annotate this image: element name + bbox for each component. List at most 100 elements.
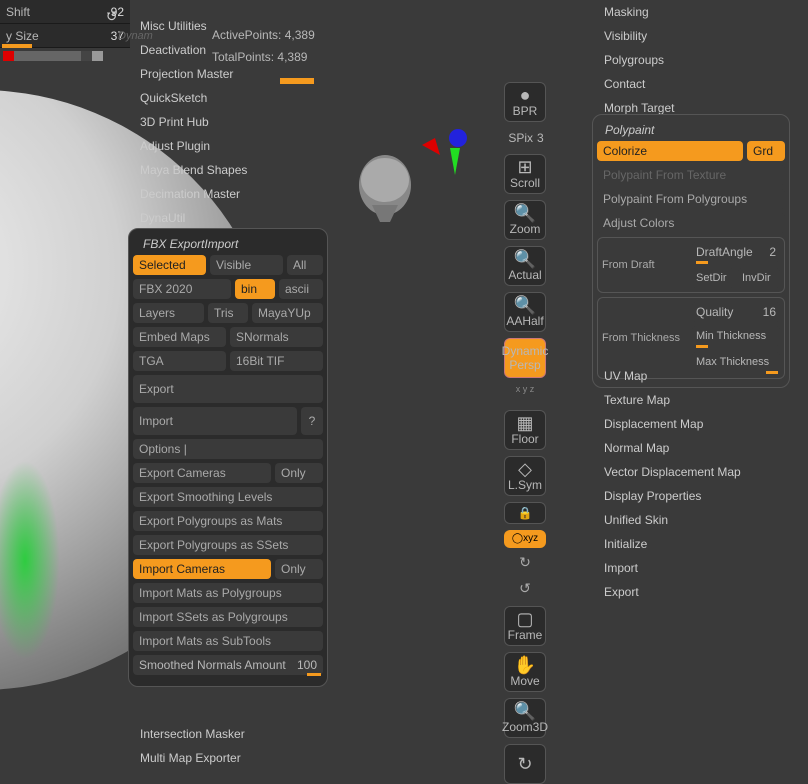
size-slider[interactable]: y Size 37 <box>0 24 130 48</box>
draft-angle-slider[interactable]: DraftAngle 2 <box>692 242 780 262</box>
menu-display-properties[interactable]: Display Properties <box>600 484 800 508</box>
quality-label: Quality <box>696 302 733 322</box>
zoom3d-button[interactable]: 🔍Zoom3D <box>504 698 546 738</box>
floor-button[interactable]: ▦Floor <box>504 410 546 450</box>
zoom3d-icon: 🔍 <box>514 702 536 720</box>
colorize-button[interactable]: Colorize <box>597 141 743 161</box>
aahalf-button[interactable]: 🔍AAHalf <box>504 292 546 332</box>
size-label: y Size <box>6 24 39 47</box>
fbx-ascii-button[interactable]: ascii <box>279 279 323 299</box>
fbx-all-button[interactable]: All <box>287 255 323 275</box>
slider-tip <box>307 673 321 676</box>
lsym-button[interactable]: ◇L.Sym <box>504 456 546 496</box>
fbx-16bit-tif-button[interactable]: 16Bit TIF <box>230 351 323 371</box>
fbx-export-cameras-only-button[interactable]: Only <box>275 463 323 483</box>
menu-vector-displacement-map[interactable]: Vector Displacement Map <box>600 460 800 484</box>
fbx-snormals-button[interactable]: SNormals <box>230 327 323 347</box>
fbx-import-mats-pg-button[interactable]: Import Mats as Polygroups <box>133 583 323 603</box>
menu-displacement-map[interactable]: Displacement Map <box>600 412 800 436</box>
fbx-tga-button[interactable]: TGA <box>133 351 226 371</box>
fbx-export-cameras-button[interactable]: Export Cameras <box>133 463 271 483</box>
fbx-options-button[interactable]: Options | <box>133 439 323 459</box>
fbx-version-button[interactable]: FBX 2020 <box>133 279 231 299</box>
fbx-export-smoothing-button[interactable]: Export Smoothing Levels <box>133 487 323 507</box>
menu-unified-skin[interactable]: Unified Skin <box>600 508 800 532</box>
xyz-toggle-button[interactable]: ◯xyz <box>504 530 546 548</box>
lock-icon: 🔒 <box>518 506 533 520</box>
actual-button[interactable]: 🔍Actual <box>504 246 546 286</box>
menu-polygroups[interactable]: Polygroups <box>600 48 800 72</box>
menu-normal-map[interactable]: Normal Map <box>600 436 800 460</box>
menu-texture-map[interactable]: Texture Map <box>600 388 800 412</box>
fbx-export-pg-ssets-button[interactable]: Export Polygroups as SSets <box>133 535 323 555</box>
rotate-ccw-button[interactable]: ↺ <box>504 580 546 600</box>
draft-angle-label: DraftAngle <box>696 242 753 262</box>
fbx-import-cameras-button[interactable]: Import Cameras <box>133 559 271 579</box>
fbx-smoothed-normals-slider[interactable]: Smoothed Normals Amount 100 <box>133 655 323 675</box>
fbx-embed-maps-button[interactable]: Embed Maps <box>133 327 226 347</box>
fbx-import-mats-subtools-button[interactable]: Import Mats as SubTools <box>133 631 323 651</box>
plugin-misc-utilities[interactable]: Misc Utilities <box>140 14 247 38</box>
zoom-button[interactable]: 🔍Zoom <box>504 200 546 240</box>
plugin-3d-print-hub[interactable]: 3D Print Hub <box>140 110 247 134</box>
actual-icon: 🔍 <box>514 250 536 268</box>
lock-button[interactable]: 🔒 <box>504 502 546 524</box>
memory-bar <box>280 78 314 84</box>
menu-visibility[interactable]: Visibility <box>600 24 800 48</box>
color-swatches[interactable] <box>3 51 103 61</box>
mesh-preview-icon[interactable] <box>350 150 420 230</box>
polypaint-from-texture-button[interactable]: Polypaint From Texture <box>597 165 785 185</box>
menu-import[interactable]: Import <box>600 556 800 580</box>
fbx-tris-button[interactable]: Tris <box>208 303 248 323</box>
xyz-axis-icon[interactable]: x y z <box>504 384 546 404</box>
extra-button[interactable]: ↻ <box>504 744 546 784</box>
move-button[interactable]: ✋Move <box>504 652 546 692</box>
adjust-colors-button[interactable]: Adjust Colors <box>597 213 785 233</box>
frame-button[interactable]: ▢Frame <box>504 606 546 646</box>
undo-icon[interactable]: ↺ <box>106 8 118 25</box>
fbx-mayayup-button[interactable]: MayaYUp <box>252 303 323 323</box>
fbx-import-ssets-pg-button[interactable]: Import SSets as Polygroups <box>133 607 323 627</box>
plugin-maya-blend-shapes[interactable]: Maya Blend Shapes <box>140 158 247 182</box>
bpr-button[interactable]: ●BPR <box>504 82 546 122</box>
fbx-export-button[interactable]: Export <box>133 375 323 403</box>
smoothed-normals-value: 100 <box>297 655 317 675</box>
dynamic-persp-button[interactable]: DynamicPersp <box>504 338 546 378</box>
fbx-visible-button[interactable]: Visible <box>210 255 283 275</box>
plugin-decimation-master[interactable]: Decimation Master <box>140 182 247 206</box>
plugin-intersection-masker[interactable]: Intersection Masker <box>140 722 245 746</box>
fbx-import-button[interactable]: Import <box>133 407 297 435</box>
fbx-bin-button[interactable]: bin <box>235 279 275 299</box>
plugin-deactivation[interactable]: Deactivation <box>140 38 247 62</box>
plugin-dynautil[interactable]: DynaUtil <box>140 206 247 230</box>
plugin-projection-master[interactable]: Projection Master <box>140 62 247 86</box>
menu-masking[interactable]: Masking <box>600 0 800 24</box>
setdir-button[interactable]: SetDir <box>692 268 734 288</box>
fbx-import-cameras-only-button[interactable]: Only <box>275 559 323 579</box>
smoothed-normals-label: Smoothed Normals Amount <box>139 655 286 675</box>
menu-export[interactable]: Export <box>600 580 800 604</box>
menu-uv-map[interactable]: UV Map <box>600 364 800 388</box>
fbx-export-pg-mats-button[interactable]: Export Polygroups as Mats <box>133 511 323 531</box>
fbx-layers-button[interactable]: Layers <box>133 303 204 323</box>
polypaint-from-polygroups-button[interactable]: Polypaint From Polygroups <box>597 189 785 209</box>
fbx-panel-title[interactable]: FBX ExportImport <box>133 233 323 255</box>
grd-button[interactable]: Grd <box>747 141 785 161</box>
plugin-multi-map-exporter[interactable]: Multi Map Exporter <box>140 746 245 770</box>
min-thickness-slider[interactable]: Min Thickness <box>692 326 780 346</box>
quality-slider[interactable]: Quality 16 <box>692 302 780 322</box>
spix-label[interactable]: SPix <box>508 131 533 145</box>
polypaint-title[interactable]: Polypaint <box>597 119 785 141</box>
invdir-button[interactable]: InvDir <box>738 268 780 288</box>
scroll-button[interactable]: ⊞Scroll <box>504 154 546 194</box>
plugin-quicksketch[interactable]: QuickSketch <box>140 86 247 110</box>
fbx-help-button[interactable]: ? <box>301 407 323 435</box>
menu-contact[interactable]: Contact <box>600 72 800 96</box>
menu-initialize[interactable]: Initialize <box>600 532 800 556</box>
aahalf-label: AAHalf <box>506 314 543 328</box>
fbx-selected-button[interactable]: Selected <box>133 255 206 275</box>
from-draft-button[interactable]: From Draft <box>602 242 688 288</box>
plugin-adjust-plugin[interactable]: Adjust Plugin <box>140 134 247 158</box>
rotate-cw-button[interactable]: ↻ <box>504 554 546 574</box>
spix-value: 3 <box>537 131 544 145</box>
